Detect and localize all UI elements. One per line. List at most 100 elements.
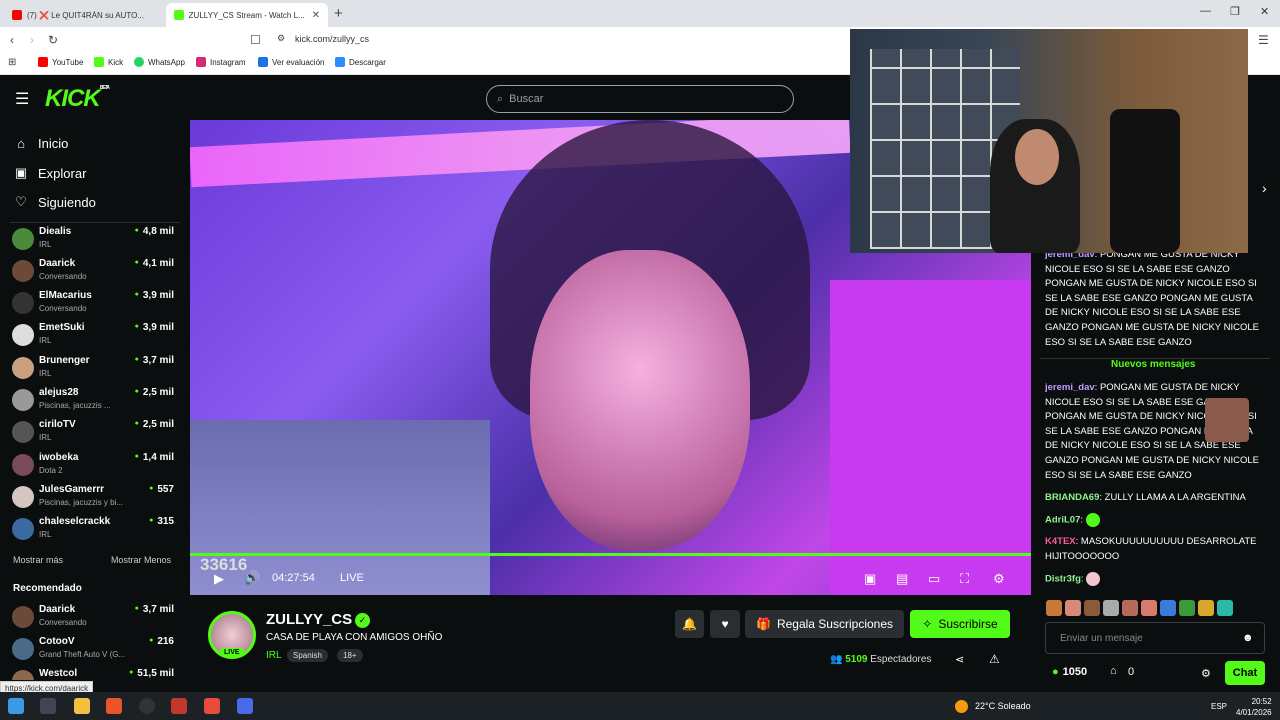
volume-icon[interactable]: 🔊	[244, 570, 260, 586]
browser-menu-icon[interactable]: ☰	[1258, 33, 1269, 47]
recorder-icon[interactable]	[204, 698, 220, 714]
emote[interactable]	[1046, 600, 1062, 616]
new-tab-button[interactable]: +	[334, 5, 343, 22]
browser-tab-youtube[interactable]: (7) ❌ Le QUIT4RÁN su AUTO... 😳 ...	[4, 3, 164, 27]
emote[interactable]	[1084, 600, 1100, 616]
followed-channel[interactable]: Daarick Conversando 4,1 mil	[12, 256, 178, 286]
system-clock[interactable]: 20:52 4/01/2026	[1236, 696, 1272, 718]
theater-mode-icon[interactable]: ▭	[928, 571, 940, 587]
bookmark-youtube[interactable]: YouTube	[38, 57, 83, 67]
obs-icon[interactable]	[139, 698, 155, 714]
browser-tab-kick[interactable]: ZULLYY_CS Stream - Watch L... ✕	[166, 3, 328, 27]
apps-grid-icon[interactable]: ⊞	[8, 57, 16, 68]
followed-channel[interactable]: ciriloTV IRL 2,5 mil	[12, 417, 178, 447]
url-field[interactable]: kick.com/zullyy_cs	[295, 34, 369, 44]
chevron-right-icon[interactable]: ›	[1262, 180, 1267, 196]
search-input[interactable]: ⌕ Buscar	[486, 85, 794, 113]
task-view-icon[interactable]	[40, 698, 56, 714]
close-tab-icon[interactable]: ✕	[312, 10, 320, 21]
followed-channel[interactable]: EmetSuki IRL 3,9 mil	[12, 320, 178, 350]
file-explorer-icon[interactable]	[74, 698, 90, 714]
followed-channel[interactable]: Diealis IRL 4,8 mil	[12, 224, 178, 254]
chat-username[interactable]: BRIANDA69	[1045, 492, 1099, 503]
video-editor-icon[interactable]	[171, 698, 187, 714]
fullscreen-icon[interactable]: ⛶	[960, 571, 969, 587]
channel-points[interactable]: 1050	[1052, 666, 1087, 678]
emote[interactable]	[1065, 600, 1081, 616]
back-icon[interactable]: ‹	[10, 33, 14, 47]
channel-name: Daarick	[39, 604, 76, 615]
emote[interactable]	[1179, 600, 1195, 616]
restore-icon[interactable]: ❐	[1230, 5, 1240, 18]
bookmark-descargar[interactable]: Descargar	[335, 57, 386, 67]
gift-subs-button[interactable]: 🎁 Regala Suscripciones	[745, 610, 904, 638]
new-messages-label[interactable]: Nuevos mensajes	[1111, 359, 1196, 370]
chat-username[interactable]: jeremi_dav	[1045, 382, 1095, 393]
emote[interactable]	[1141, 600, 1157, 616]
clip-icon[interactable]: ▤	[896, 571, 908, 587]
video-progress-bar[interactable]	[190, 553, 1031, 556]
channel-name: Daarick	[39, 258, 76, 269]
hamburger-menu-icon[interactable]: ☰	[15, 89, 29, 109]
followed-channel[interactable]: ElMacarius Conversando 3,9 mil	[12, 288, 178, 318]
recommended-channel[interactable]: CotooV Grand Theft Auto V (G... 216	[12, 634, 178, 664]
forward-icon[interactable]: ›	[30, 33, 34, 47]
tag-language[interactable]: Spanish	[287, 649, 328, 662]
store-icon[interactable]: ⌂	[1110, 665, 1117, 677]
whatsapp-icon	[134, 57, 144, 67]
bookmark-star-icon[interactable]: ☐	[250, 33, 261, 47]
emote[interactable]	[1122, 600, 1138, 616]
followed-channel[interactable]: alejus28 Piscinas, jacuzzis ... 2,5 mil	[12, 385, 178, 415]
brave-browser-icon[interactable]	[106, 698, 122, 714]
bookmark-kick[interactable]: Kick	[94, 57, 123, 67]
chat-settings-icon[interactable]: ⚙	[1201, 667, 1211, 680]
nav-siguiendo[interactable]: ♡ Siguiendo	[14, 194, 96, 210]
app-icon[interactable]	[237, 698, 253, 714]
bookmark-instagram[interactable]: Instagram	[196, 57, 246, 67]
tag-age[interactable]: 18+	[337, 649, 363, 662]
subscribe-button[interactable]: ✧ Suscribirse	[910, 610, 1010, 638]
recommended-channel[interactable]: Daarick Conversando 3,7 mil	[12, 602, 178, 632]
nav-inicio[interactable]: ⌂ Inicio	[14, 136, 68, 151]
followed-channel[interactable]: JulesGamerrr Piscinas, jacuzzis y bi... 55…	[12, 482, 178, 512]
report-icon[interactable]: ⚠	[989, 652, 1000, 666]
site-info-icon[interactable]: ⚙	[277, 33, 285, 44]
stream-category[interactable]: IRL	[266, 650, 282, 661]
emote[interactable]	[1217, 600, 1233, 616]
language-indicator[interactable]: ESP	[1211, 702, 1227, 711]
channel-viewers: 51,5 mil	[129, 668, 174, 679]
play-icon[interactable]: ▶	[214, 571, 224, 587]
reload-icon[interactable]: ↻	[48, 33, 58, 47]
chat-message-input[interactable]: Enviar un mensaje	[1045, 622, 1265, 654]
show-less-button[interactable]: Mostrar Menos	[111, 555, 171, 565]
emote[interactable]	[1103, 600, 1119, 616]
chat-username[interactable]: AdriL07	[1045, 515, 1080, 526]
share-icon[interactable]: ⋖	[955, 653, 964, 666]
emoji-icon[interactable]: ☻	[1242, 632, 1254, 644]
settings-icon[interactable]: ⚙	[993, 571, 1005, 587]
kick-logo[interactable]: KICKBETA	[45, 85, 110, 113]
follow-button[interactable]: ♥	[710, 610, 740, 638]
followed-channel[interactable]: chaleselcrackk IRL 315	[12, 514, 178, 544]
nav-explorar[interactable]: ▣ Explorar	[14, 165, 87, 181]
emote[interactable]	[1160, 600, 1176, 616]
chat-send-button[interactable]: Chat	[1225, 661, 1265, 685]
chat-username[interactable]: K4TEX	[1045, 536, 1076, 547]
show-more-button[interactable]: Mostrar más	[13, 555, 63, 565]
bookmark-whatsapp[interactable]: WhatsApp	[134, 57, 185, 67]
avatar	[12, 454, 34, 476]
followed-channel[interactable]: iwobeka Dota 2 1,4 mil	[12, 450, 178, 480]
notification-bell-button[interactable]: 🔔	[675, 610, 704, 638]
bookmark-ver-evaluacion[interactable]: Ver evaluación	[258, 57, 324, 67]
close-window-icon[interactable]: ✕	[1260, 5, 1269, 18]
chat-username[interactable]: Distr3fg	[1045, 574, 1081, 585]
followed-channel[interactable]: Brunenger IRL 3,7 mil	[12, 353, 178, 383]
weather-widget[interactable]: 22°C Soleado	[975, 701, 1031, 711]
webcam-overlay[interactable]	[850, 29, 1248, 253]
mini-player-icon[interactable]: ▣	[864, 571, 876, 587]
minimize-icon[interactable]: —	[1200, 5, 1211, 17]
recommended-channel[interactable]: Westcol 51,5 mil	[12, 666, 178, 680]
emote[interactable]	[1198, 600, 1214, 616]
channel-name[interactable]: ZULLYY_CS	[266, 611, 352, 628]
windows-start-icon[interactable]	[8, 698, 24, 714]
